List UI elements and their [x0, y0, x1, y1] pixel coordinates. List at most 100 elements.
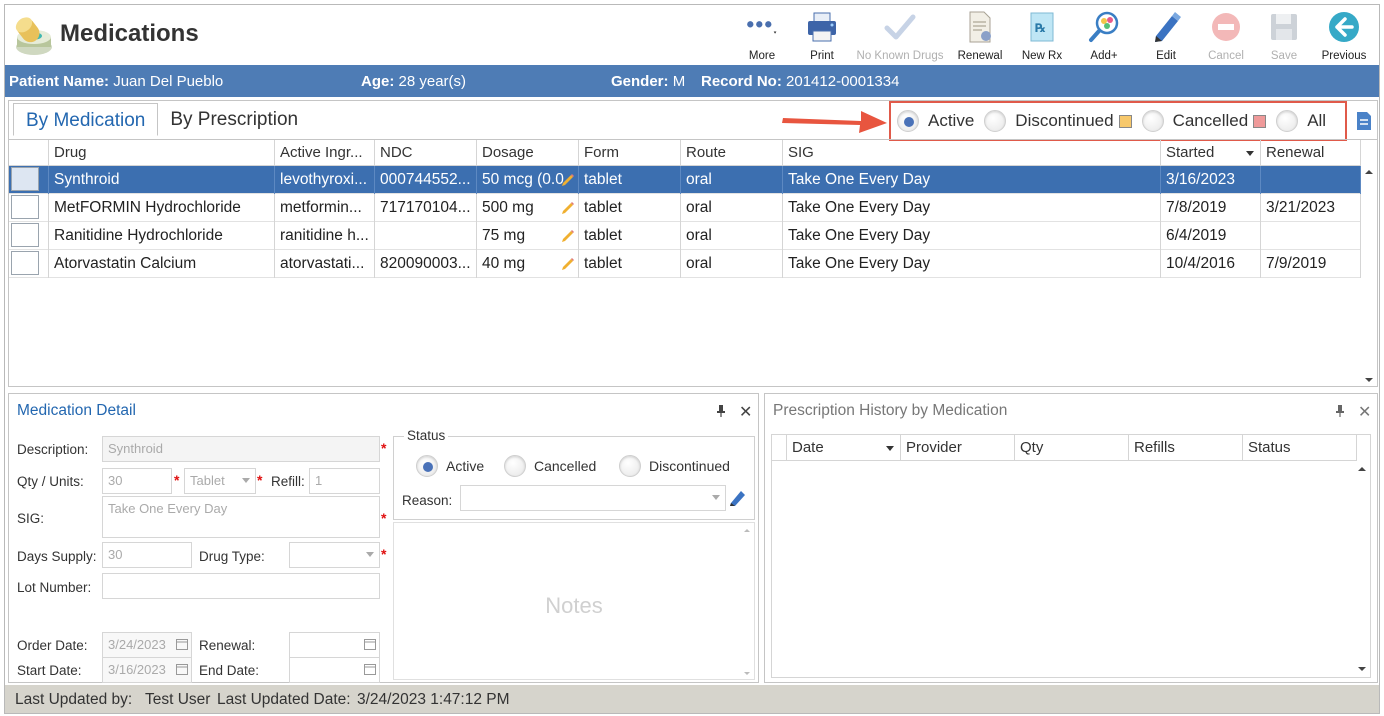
renewal-button[interactable]: Renewal	[949, 7, 1011, 63]
save-label: Save	[1270, 50, 1298, 62]
new-rx-icon: ℞	[1024, 9, 1060, 45]
cell-form: tablet	[579, 222, 681, 250]
status-active-radio[interactable]	[416, 455, 438, 477]
reason-dropdown[interactable]	[460, 485, 726, 511]
edit-dosage-pencil-icon[interactable]	[560, 228, 576, 244]
history-column-header-qty[interactable]: Qty	[1015, 435, 1129, 461]
patient-age-label: Age:	[361, 73, 395, 90]
drug-type-dropdown[interactable]	[289, 542, 380, 568]
filter-cancelled-radio[interactable]	[1141, 110, 1164, 132]
history-column-header-status[interactable]: Status	[1243, 435, 1357, 461]
column-header-route[interactable]: Route	[681, 140, 783, 166]
no-known-drugs-button[interactable]: No Known Drugs	[851, 7, 949, 63]
days-supply-field[interactable]: 30	[102, 542, 192, 568]
patient-name-label: Patient Name:	[9, 73, 110, 90]
new-rx-button[interactable]: ℞ New Rx	[1011, 7, 1073, 63]
column-header-active-ingredient[interactable]: Active Ingr...	[275, 140, 375, 166]
row-checkbox[interactable]	[11, 167, 39, 191]
row-select-cell	[9, 250, 49, 278]
filter-cancelled[interactable]: Cancelled	[1141, 110, 1267, 132]
grid-scrollbar[interactable]	[1361, 166, 1377, 386]
row-checkbox[interactable]	[11, 251, 39, 275]
start-date-field[interactable]: 3/16/2023	[102, 657, 192, 683]
cancel-label: Cancel	[1208, 50, 1244, 62]
status-active-option[interactable]: Active	[416, 455, 484, 477]
save-button[interactable]: Save	[1255, 7, 1313, 63]
calendar-icon[interactable]	[176, 663, 188, 675]
status-cancelled-radio[interactable]	[504, 455, 526, 477]
cell-form-text: tablet	[584, 171, 622, 188]
calendar-icon[interactable]	[176, 638, 188, 650]
history-column-header-provider[interactable]: Provider	[901, 435, 1015, 461]
tab-by-medication[interactable]: By Medication	[13, 103, 159, 136]
last-updated-by-value: Test User	[145, 691, 211, 708]
status-cancelled-option[interactable]: Cancelled	[504, 455, 596, 477]
export-document-icon[interactable]	[1355, 111, 1373, 131]
cell-started-text: 6/4/2019	[1166, 227, 1227, 244]
previous-button[interactable]: Previous	[1313, 7, 1375, 63]
notes-field[interactable]: Notes	[393, 522, 755, 680]
lot-number-label: Lot Number:	[17, 580, 92, 595]
notes-placeholder: Notes	[545, 593, 603, 618]
edit-dosage-pencil-icon[interactable]	[560, 172, 576, 188]
renewal-date-field[interactable]	[289, 632, 380, 658]
print-button[interactable]: Print	[793, 7, 851, 63]
edit-reason-pencil-icon[interactable]	[728, 487, 748, 507]
cancel-button[interactable]: Cancel	[1197, 7, 1255, 63]
filter-all[interactable]: All	[1276, 110, 1326, 132]
row-checkbox[interactable]	[11, 223, 39, 247]
printer-icon	[804, 9, 840, 45]
table-row[interactable]: Synthroid levothyroxi... 000744552... 50 mc…	[9, 166, 1361, 194]
table-row[interactable]: Atorvastatin Calcium atorvastati... 820090…	[9, 250, 1361, 278]
pin-icon[interactable]	[1335, 404, 1345, 418]
tab-by-prescription[interactable]: By Prescription	[158, 103, 310, 136]
filter-discontinued-radio[interactable]	[984, 110, 1007, 132]
add-label: Add+	[1090, 50, 1118, 62]
more-label: More	[748, 50, 776, 62]
filter-active-radio[interactable]	[897, 110, 919, 132]
column-header-ndc[interactable]: NDC	[375, 140, 477, 166]
calendar-icon[interactable]	[364, 663, 376, 675]
lot-number-field[interactable]	[102, 573, 380, 599]
filter-active[interactable]: Active	[897, 110, 974, 132]
column-header-form[interactable]: Form	[579, 140, 681, 166]
column-header-dosage[interactable]: Dosage	[477, 140, 579, 166]
notes-scrollbar[interactable]	[742, 525, 752, 679]
row-checkbox[interactable]	[11, 195, 39, 219]
description-field[interactable]: Synthroid	[102, 436, 380, 462]
filter-all-radio[interactable]	[1276, 110, 1299, 132]
table-row[interactable]: Ranitidine Hydrochloride ranitidine h... 7…	[9, 222, 1361, 250]
column-header-started[interactable]: Started	[1161, 140, 1261, 166]
filter-discontinued[interactable]: Discontinued	[984, 110, 1132, 132]
last-updated-date-value: 3/24/2023 1:47:12 PM	[357, 691, 510, 708]
order-date-field[interactable]: 3/24/2023	[102, 632, 192, 658]
status-discontinued-radio[interactable]	[619, 455, 641, 477]
column-header-renewal[interactable]: Renewal	[1261, 140, 1361, 166]
column-header-sig[interactable]: SIG	[783, 140, 1161, 166]
cell-renewal	[1261, 166, 1361, 194]
close-icon[interactable]: ✕	[739, 402, 752, 422]
close-icon[interactable]: ✕	[1358, 402, 1371, 422]
edit-button[interactable]: Edit	[1135, 7, 1197, 63]
history-column-header-refills[interactable]: Refills	[1129, 435, 1243, 461]
table-row[interactable]: MetFORMIN Hydrochloride metformin... 71717…	[9, 194, 1361, 222]
more-button[interactable]: More	[731, 7, 793, 63]
units-dropdown[interactable]: Tablet	[184, 468, 256, 494]
required-marker: *	[381, 440, 387, 456]
record-number-label: Record No:	[701, 73, 782, 90]
pin-icon[interactable]	[716, 404, 726, 418]
history-column-header-date[interactable]: Date	[787, 435, 901, 461]
edit-dosage-pencil-icon[interactable]	[560, 256, 576, 272]
add-button[interactable]: Add+	[1073, 7, 1135, 63]
column-header-drug[interactable]: Drug	[49, 140, 275, 166]
history-scrollbar[interactable]	[1354, 461, 1370, 677]
end-date-field[interactable]	[289, 657, 380, 683]
medication-grid: Drug Active Ingr... NDC Dosage Form Rout…	[9, 139, 1377, 386]
status-discontinued-option[interactable]: Discontinued	[619, 455, 730, 477]
qty-field[interactable]: 30	[102, 468, 172, 494]
calendar-icon[interactable]	[364, 638, 376, 650]
cell-ndc-text: 000744552...	[380, 171, 471, 188]
refill-field[interactable]: 1	[309, 468, 380, 494]
edit-dosage-pencil-icon[interactable]	[560, 200, 576, 216]
sig-field[interactable]: Take One Every Day	[102, 496, 380, 538]
